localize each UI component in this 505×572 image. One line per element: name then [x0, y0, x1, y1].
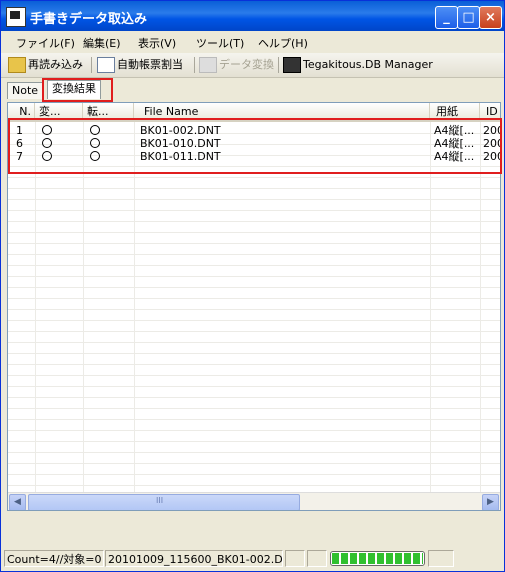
db-manager-icon — [283, 57, 301, 73]
progress-bar — [330, 551, 425, 566]
db-manager-button[interactable]: Tegakitous.DB Manager — [283, 56, 433, 74]
menu-tools[interactable]: ツール(T) — [196, 35, 244, 51]
grid-vline — [480, 122, 481, 510]
status-bar: Count=4//対象=0 20101009_115600_BK01-002.D… — [1, 549, 504, 571]
tab-highlight-box — [42, 78, 113, 102]
menu-help[interactable]: ヘルプ(H) — [258, 35, 308, 51]
menu-view[interactable]: 表示(V) — [138, 35, 176, 51]
menu-edit[interactable]: 編集(E) — [83, 35, 121, 51]
title-bar[interactable]: 手書きデータ取込み _ □ × — [1, 1, 504, 31]
toolbar: 再読み込み 自動帳票割当 データ変換 Tegakitous.DB Manager — [1, 53, 504, 78]
status-empty-panel — [307, 550, 327, 567]
grid-vline — [134, 122, 135, 510]
form-icon — [97, 57, 115, 73]
convert-button[interactable]: データ変換 — [199, 56, 274, 74]
scroll-right-arrow-icon[interactable]: ▶ — [482, 494, 499, 510]
grid-vline — [35, 122, 36, 510]
tab-note[interactable]: Note — [7, 82, 44, 99]
status-empty-panel — [428, 550, 454, 567]
menu-file[interactable]: ファイル(F) — [16, 35, 75, 51]
scroll-thumb[interactable]: III — [28, 494, 300, 510]
status-count: Count=4//対象=0 — [4, 550, 104, 567]
grid-vline — [430, 122, 431, 510]
scroll-left-arrow-icon[interactable]: ◀ — [9, 494, 26, 510]
window-title: 手書きデータ取込み — [30, 12, 148, 27]
status-file: 20101009_115600_BK01-002.DNT — [105, 550, 283, 567]
maximize-button[interactable]: □ — [457, 6, 480, 29]
convert-icon — [199, 57, 217, 73]
close-button[interactable]: × — [479, 6, 502, 29]
minimize-button[interactable]: _ — [435, 6, 458, 29]
auto-assign-button[interactable]: 自動帳票割当 — [97, 56, 183, 74]
grid-vline — [83, 122, 84, 510]
app-icon[interactable] — [6, 7, 26, 27]
rows-highlight-box — [8, 118, 502, 174]
main-window: 手書きデータ取込み _ □ × ファイル(F) 編集(E) 表示(V) ツール(… — [0, 0, 505, 572]
status-empty-panel — [285, 550, 305, 567]
menu-bar: ファイル(F) 編集(E) 表示(V) ツール(T) ヘルプ(H) — [1, 31, 504, 53]
horizontal-scrollbar[interactable]: ◀ III ▶ — [8, 492, 500, 510]
reload-button[interactable]: 再読み込み — [8, 56, 83, 74]
folder-reload-icon — [8, 57, 26, 73]
